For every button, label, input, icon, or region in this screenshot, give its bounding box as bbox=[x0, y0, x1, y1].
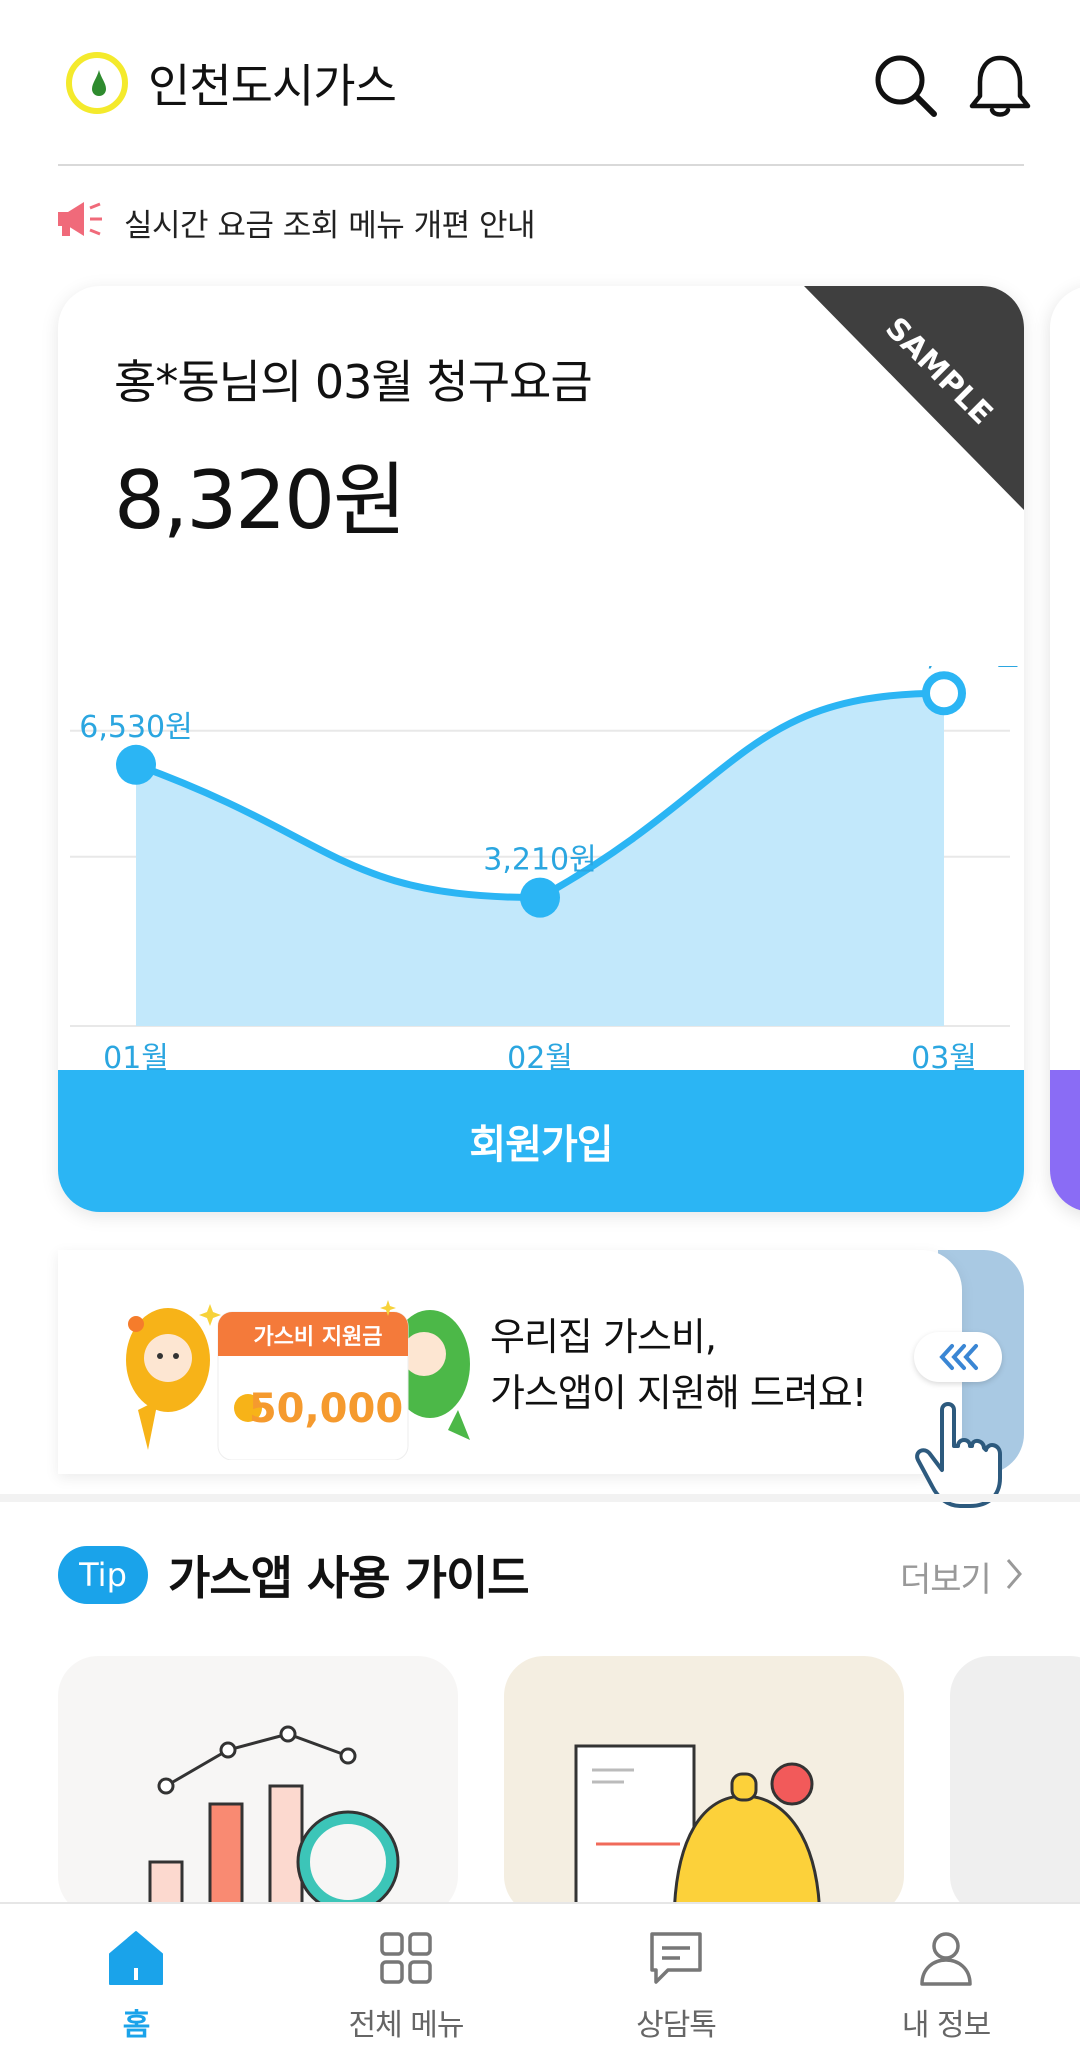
next-card-button bbox=[1050, 1070, 1080, 1212]
badge-title: 가스비 지원금 bbox=[253, 1325, 382, 1350]
bill-card: SAMPLE 홍*동님의 03월 청구요금 8,320원 6,530원 3,210… bbox=[58, 286, 1024, 1212]
search-icon bbox=[875, 55, 937, 117]
double-chevron-left-icon[interactable] bbox=[914, 1332, 1002, 1382]
search-button[interactable] bbox=[872, 52, 940, 120]
badge-amount: 50,000 bbox=[249, 1386, 403, 1432]
notification-button[interactable] bbox=[966, 52, 1034, 120]
bill-bell-icon bbox=[574, 1744, 822, 1916]
brand-name: 인천도시가스 bbox=[148, 59, 397, 113]
bill-amount: 8,320원 bbox=[114, 454, 407, 547]
guide-title: 가스앱 사용 가이드 bbox=[168, 1551, 530, 1605]
nav-profile[interactable]: 내 정보 bbox=[846, 1904, 1046, 2052]
chart-data-label: 8,320원 bbox=[907, 666, 1020, 673]
nav-all-menu-label: 전체 메뉴 bbox=[348, 2008, 465, 2043]
brand-logo bbox=[66, 52, 128, 114]
promo-banner[interactable]: 가스비 지원금 50,000 우리집 가스비, 가스앱이 지원해 드려요! bbox=[58, 1250, 1024, 1508]
nav-all-menu[interactable]: 전체 메뉴 bbox=[306, 1904, 506, 2052]
chat-icon bbox=[650, 1932, 702, 1984]
chevron-right-icon[interactable] bbox=[1004, 1556, 1024, 1592]
sample-ribbon: SAMPLE bbox=[804, 286, 1024, 510]
nav-profile-label: 내 정보 bbox=[901, 2008, 991, 2043]
bottom-nav: 홈 전체 메뉴 상담톡 내 정보 bbox=[0, 1902, 1080, 2052]
header-divider bbox=[58, 164, 1024, 166]
user-icon bbox=[920, 1932, 972, 1986]
chart-data-label: 6,530원 bbox=[79, 710, 192, 745]
chart-data-label: 3,210원 bbox=[483, 843, 596, 878]
notice-text: 실시간 요금 조회 메뉴 개편 안내 bbox=[124, 208, 536, 244]
chart-point bbox=[922, 671, 966, 716]
guide-card-usage-chart[interactable] bbox=[58, 1656, 458, 1916]
bill-subtitle: 홍*동님의 03월 청구요금 bbox=[114, 355, 593, 409]
bill-chart: 6,530원3,210원8,320원 01월02월03월 bbox=[70, 666, 1021, 1076]
nav-home[interactable]: 홈 bbox=[36, 1904, 236, 2052]
bell-icon bbox=[969, 55, 1031, 117]
nav-chat-label: 상담톡 bbox=[636, 2008, 717, 2043]
grid-icon bbox=[380, 1932, 432, 1984]
tip-badge: Tip bbox=[58, 1546, 148, 1604]
mascot-illustration: 가스비 지원금 50,000 bbox=[126, 1300, 470, 1460]
megaphone-icon bbox=[58, 202, 102, 236]
next-card-peek[interactable] bbox=[1050, 286, 1080, 1212]
join-button[interactable]: 회원가입 bbox=[58, 1070, 1024, 1212]
section-divider bbox=[0, 1494, 1080, 1502]
app-header: 인천도시가스 bbox=[0, 0, 1080, 166]
banner-line-2: 가스앱이 지원해 드려요! bbox=[490, 1371, 867, 1415]
guide-card-bill-alert[interactable] bbox=[504, 1656, 904, 1916]
home-icon bbox=[109, 1931, 163, 1985]
more-link[interactable]: 더보기 bbox=[900, 1552, 992, 1601]
bar-chart-search-icon bbox=[148, 1725, 400, 1916]
drop-icon bbox=[92, 70, 106, 96]
nav-home-label: 홈 bbox=[122, 2008, 151, 2043]
nav-chat[interactable]: 상담톡 bbox=[576, 1904, 776, 2052]
chart-point bbox=[520, 877, 560, 918]
banner-line-1: 우리집 가스비, bbox=[490, 1315, 717, 1359]
guide-card-peek[interactable] bbox=[950, 1656, 1080, 1916]
notice-bar[interactable]: 실시간 요금 조회 메뉴 개편 안내 bbox=[58, 196, 1018, 244]
chart-point bbox=[116, 744, 156, 785]
